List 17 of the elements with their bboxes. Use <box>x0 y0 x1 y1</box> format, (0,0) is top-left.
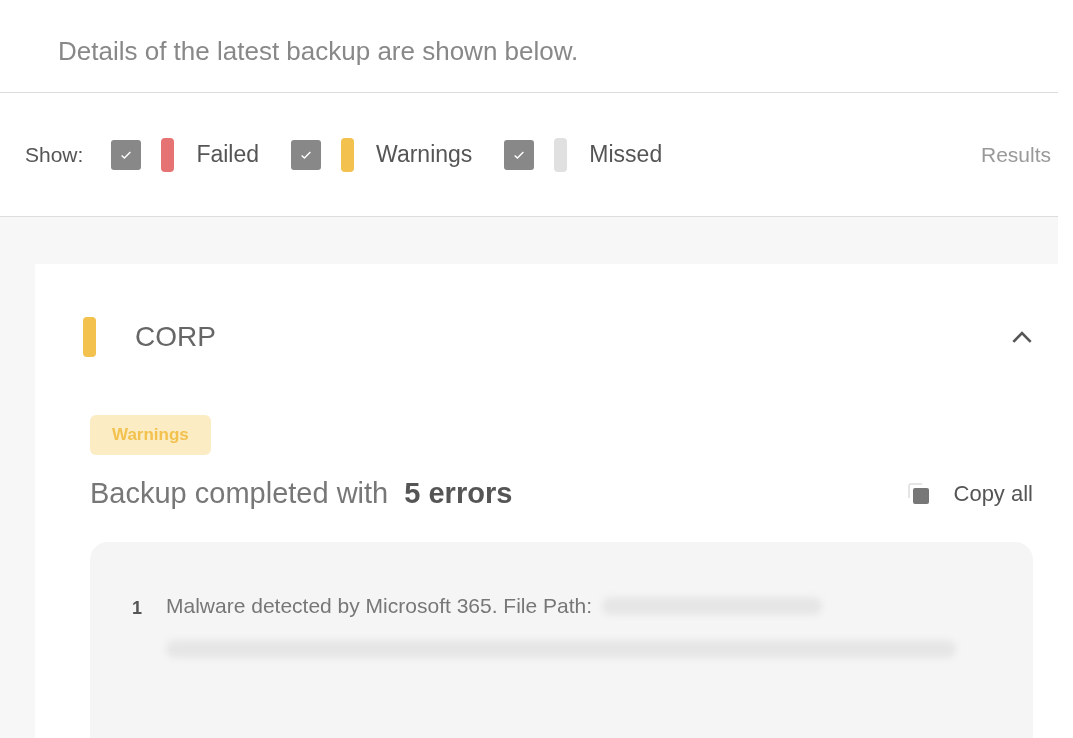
checkbox[interactable] <box>504 139 535 170</box>
chevron-up-icon[interactable] <box>1011 330 1033 344</box>
filter-option-label[interactable]: Missed <box>589 141 663 168</box>
filter-option-label[interactable]: Failed <box>196 141 260 168</box>
intro-text: Details of the latest backup are shown below. <box>57 35 580 68</box>
status-badge: Warnings <box>90 415 211 455</box>
checkbox[interactable] <box>111 139 142 170</box>
filter-option-label[interactable]: Warnings <box>376 141 473 168</box>
card-title: CORP <box>135 321 216 353</box>
copy-all-button[interactable]: Copy all <box>907 480 1033 507</box>
summary-text: Backup completed with 5 errors <box>90 477 513 510</box>
error-number: 1 <box>132 597 142 620</box>
checkbox[interactable] <box>291 139 322 170</box>
filter-label: Show: <box>25 142 84 167</box>
results-label: Results <box>980 142 1051 167</box>
error-message: Malware detected by Microsoft 365. File Path: <box>166 594 593 618</box>
copy-icon <box>907 482 930 505</box>
